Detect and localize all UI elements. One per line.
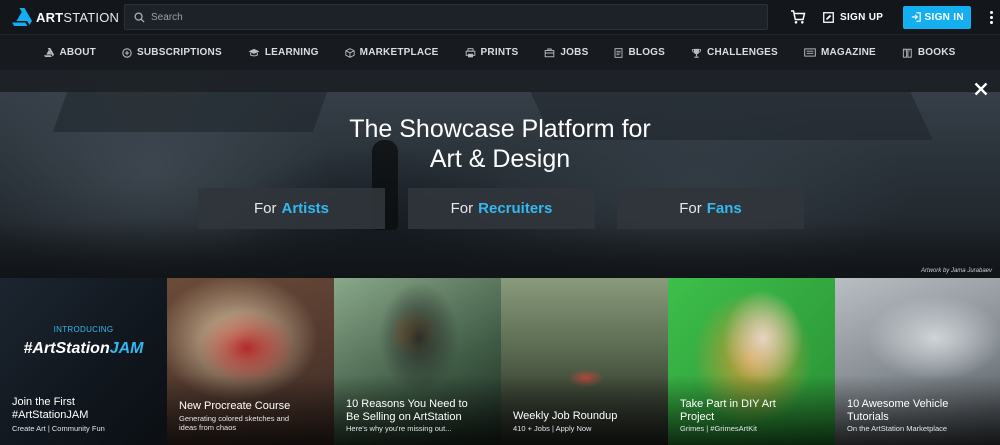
magazine-icon [804,48,816,57]
sign-up-button[interactable]: SIGN UP [823,12,883,23]
nav-prints[interactable]: PRINTS [452,47,532,58]
search-input[interactable] [151,11,751,23]
nav-learning[interactable]: LEARNING [235,47,332,58]
card-title: Join the First #ArtStationJAM [12,396,89,421]
plus-circle-icon [122,47,132,58]
cart-icon[interactable] [790,9,806,25]
main-nav: ABOUT SUBSCRIPTIONS LEARNING MARKETPLACE… [0,34,1000,70]
trophy-icon [691,48,702,58]
nav-about[interactable]: ABOUT [31,47,109,58]
for-recruiters-button[interactable]: For Recruiters [408,188,595,229]
card-title: Take Part in DIY Art Project [680,398,776,423]
nav-jobs[interactable]: JOBS [531,47,601,58]
nav-marketplace[interactable]: MARKETPLACE [332,47,452,58]
featured-cards: INTRODUCING #ArtStationJAM Join the Firs… [0,278,1000,445]
card-subtitle: Generating colored sketches and ideas fro… [179,414,290,432]
more-vertical-icon[interactable] [989,10,993,24]
card-subtitle: 410 + Jobs | Apply Now [513,424,592,433]
for-artists-button[interactable]: For Artists [198,188,385,229]
card-job-roundup[interactable]: Weekly Job Roundup 410 + Jobs | Apply No… [501,278,668,445]
sign-in-label: SIGN IN [924,11,964,23]
card-jam-hashtag: #ArtStationJAM [23,340,144,357]
card-title: New Procreate Course [179,400,291,412]
nav-subscriptions[interactable]: SUBSCRIPTIONS [109,47,235,58]
nav-magazine[interactable]: MAGAZINE [791,47,889,58]
sign-in-button[interactable]: SIGN IN [903,5,972,29]
sign-up-label: SIGN UP [840,11,884,23]
card-subtitle: Grimes | #GrimesArtKit [680,424,757,433]
card-artstation-jam[interactable]: INTRODUCING #ArtStationJAM Join the Firs… [0,278,167,445]
card-selling-reasons[interactable]: 10 Reasons You Need to Be Selling on ArtS… [334,278,501,445]
nav-challenges[interactable]: CHALLENGES [678,47,791,58]
search-icon [134,11,145,23]
card-diy-art-project[interactable]: Take Part in DIY Art Project Grimes | #Gr… [668,278,835,445]
artstation-logo[interactable]: ARTSTATION [12,8,122,26]
book-icon [902,48,912,58]
card-title: 10 Reasons You Need to Be Selling on ArtS… [346,398,468,423]
logo-text: ARTSTATION [36,9,120,25]
card-title: 10 Awesome Vehicle Tutorials [847,398,949,423]
card-title: Weekly Job Roundup [513,410,618,422]
artstation-small-icon [44,48,55,57]
edit-icon [823,11,834,23]
card-vehicle-tutorials[interactable]: 10 Awesome Vehicle Tutorials On the ArtSt… [835,278,1000,445]
briefcase-icon [545,48,555,57]
card-subtitle: On the ArtStation Marketplace [847,424,948,433]
card-procreate-course[interactable]: New Procreate Course Generating colored … [167,278,334,445]
login-icon [911,12,921,22]
print-icon [465,47,475,57]
close-icon[interactable] [974,82,988,96]
artstation-logo-icon [12,8,32,26]
card-subtitle: Here's why you're missing out... [346,424,452,433]
graduation-cap-icon [248,48,260,56]
card-subtitle: Create Art | Community Fun [12,424,105,433]
search-box[interactable] [124,4,768,30]
top-bar: ARTSTATION SIGN UP SIGN IN [0,0,1000,34]
cube-icon [345,47,355,58]
for-fans-button[interactable]: For Fans [617,188,804,229]
artwork-credit: Artwork by Jama Jurabaev [920,268,992,274]
card-intro-label: INTRODUCING [53,325,114,334]
document-icon [615,47,623,58]
hero-title: The Showcase Platform for Art & Design [349,115,651,173]
hero-banner: The Showcase Platform for Art & Design F… [0,70,1000,278]
nav-blogs[interactable]: BLOGS [601,47,678,58]
nav-books[interactable]: BOOKS [889,47,969,58]
